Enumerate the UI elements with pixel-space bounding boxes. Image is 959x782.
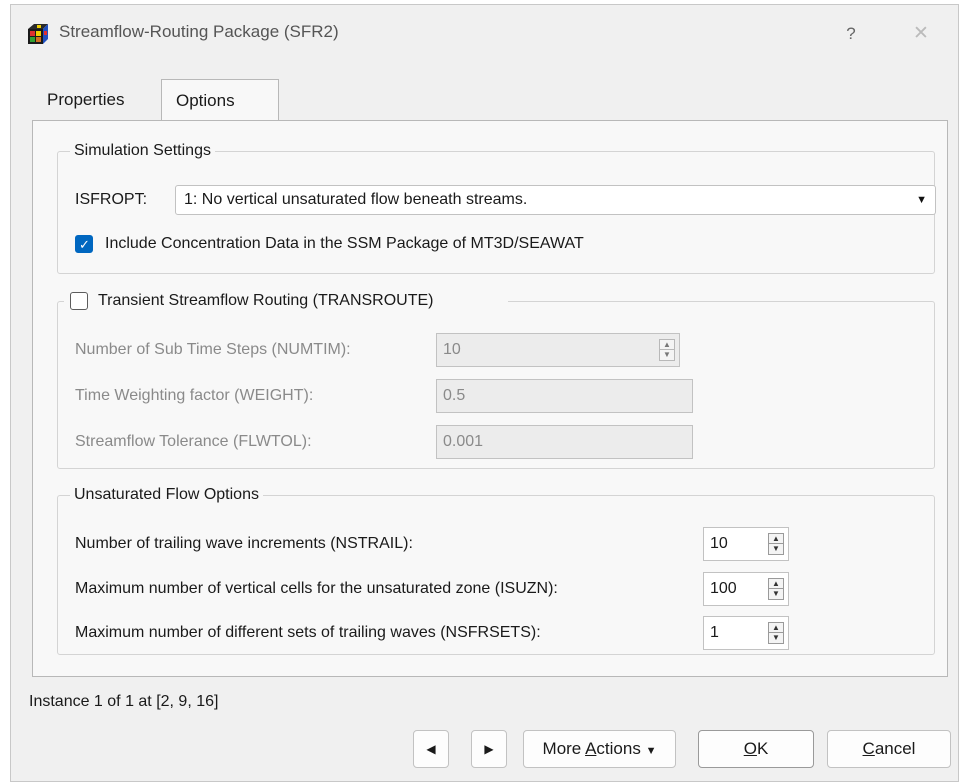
ok-button[interactable]: OK	[698, 730, 814, 768]
isuzn-spinner[interactable]: 100 ▲ ▼	[703, 572, 789, 606]
spin-up-down-icon[interactable]: ▲ ▼	[768, 533, 784, 555]
spin-down-icon[interactable]: ▼	[769, 633, 783, 643]
weight-value: 0.5	[443, 387, 466, 404]
nsfrsets-value: 1	[710, 624, 719, 641]
nstrail-label: Number of trailing wave increments (NSTR…	[75, 535, 413, 552]
caret-down-icon[interactable]: ▼	[916, 186, 927, 214]
options-tab-panel: Simulation Settings ISFROPT: 1: No verti…	[32, 120, 948, 677]
spin-up-icon[interactable]: ▲	[769, 534, 783, 544]
spin-down-icon[interactable]: ▼	[660, 350, 674, 360]
isfropt-label: ISFROPT:	[75, 191, 148, 208]
weight-field[interactable]: 0.5	[436, 379, 693, 413]
transient-routing-label[interactable]: Transient Streamflow Routing (TRANSROUTE…	[98, 290, 434, 312]
tab-options[interactable]: Options	[161, 79, 279, 121]
help-button[interactable]: ?	[831, 19, 871, 49]
flwtol-value: 0.001	[443, 433, 484, 450]
numtim-value: 10	[443, 341, 461, 358]
more-actions-label-prefix: More	[542, 739, 586, 758]
triangle-right-icon: ▶	[484, 742, 494, 756]
cancel-label-rest: ancel	[874, 739, 916, 758]
nsfrsets-spinner[interactable]: 1 ▲ ▼	[703, 616, 789, 650]
ok-accelerator: O	[743, 739, 757, 758]
unsaturated-flow-title: Unsaturated Flow Options	[70, 484, 263, 506]
more-actions-button[interactable]: More Actions ▼	[523, 730, 676, 768]
numtim-label: Number of Sub Time Steps (NUMTIM):	[75, 341, 351, 358]
nstrail-value: 10	[710, 535, 728, 552]
include-concentration-label[interactable]: Include Concentration Data in the SSM Pa…	[105, 233, 584, 255]
isuzn-value: 100	[710, 580, 737, 597]
triangle-left-icon: ◀	[426, 742, 436, 756]
next-instance-button[interactable]: ▶	[471, 730, 507, 768]
isfropt-combo[interactable]: 1: No vertical unsaturated flow beneath …	[175, 185, 936, 215]
spin-up-down-icon[interactable]: ▲ ▼	[768, 622, 784, 644]
checkmark-icon: ✓	[79, 237, 90, 252]
ok-label-rest: K	[756, 739, 769, 758]
sfr-package-icon	[28, 24, 48, 44]
simulation-settings-title: Simulation Settings	[70, 140, 215, 162]
spin-up-icon[interactable]: ▲	[660, 340, 674, 350]
transient-routing-group: Transient Streamflow Routing (TRANSROUTE…	[57, 290, 935, 469]
include-concentration-checkbox[interactable]: ✓	[75, 235, 93, 253]
spin-down-icon[interactable]: ▼	[769, 589, 783, 599]
previous-instance-button[interactable]: ◀	[413, 730, 449, 768]
weight-label: Time Weighting factor (WEIGHT):	[75, 387, 314, 404]
close-button[interactable]: ✕	[901, 19, 941, 49]
dialog-window: Streamflow-Routing Package (SFR2) ? ✕ Pr…	[10, 4, 959, 782]
instance-status: Instance 1 of 1 at [2, 9, 16]	[29, 693, 219, 710]
spin-up-down-icon[interactable]: ▲ ▼	[659, 339, 675, 361]
window-title: Streamflow-Routing Package (SFR2)	[59, 22, 339, 41]
tab-properties[interactable]: Properties	[33, 83, 161, 119]
nsfrsets-label: Maximum number of different sets of trai…	[75, 624, 541, 641]
isfropt-value: 1: No vertical unsaturated flow beneath …	[184, 191, 528, 208]
more-actions-label-rest: ctions	[596, 739, 641, 758]
spin-up-down-icon[interactable]: ▲ ▼	[768, 578, 784, 600]
numtim-spinner[interactable]: 10 ▲ ▼	[436, 333, 680, 367]
isuzn-label: Maximum number of vertical cells for the…	[75, 580, 558, 597]
more-actions-accelerator: A	[585, 739, 597, 758]
caret-down-icon: ▼	[645, 745, 657, 757]
simulation-settings-group: Simulation Settings ISFROPT: 1: No verti…	[57, 140, 936, 274]
nstrail-spinner[interactable]: 10 ▲ ▼	[703, 527, 789, 561]
title-bar: Streamflow-Routing Package (SFR2) ? ✕	[11, 5, 958, 61]
spin-down-icon[interactable]: ▼	[769, 544, 783, 554]
transient-routing-header: Transient Streamflow Routing (TRANSROUTE…	[64, 290, 508, 312]
flwtol-field[interactable]: 0.001	[436, 425, 693, 459]
cancel-accelerator: C	[862, 739, 875, 758]
unsaturated-flow-group: Unsaturated Flow Options Number of trail…	[57, 484, 935, 655]
spin-up-icon[interactable]: ▲	[769, 579, 783, 589]
flwtol-label: Streamflow Tolerance (FLWTOL):	[75, 433, 312, 450]
spin-up-icon[interactable]: ▲	[769, 623, 783, 633]
transient-routing-checkbox[interactable]	[70, 292, 88, 310]
cancel-button[interactable]: Cancel	[827, 730, 951, 768]
